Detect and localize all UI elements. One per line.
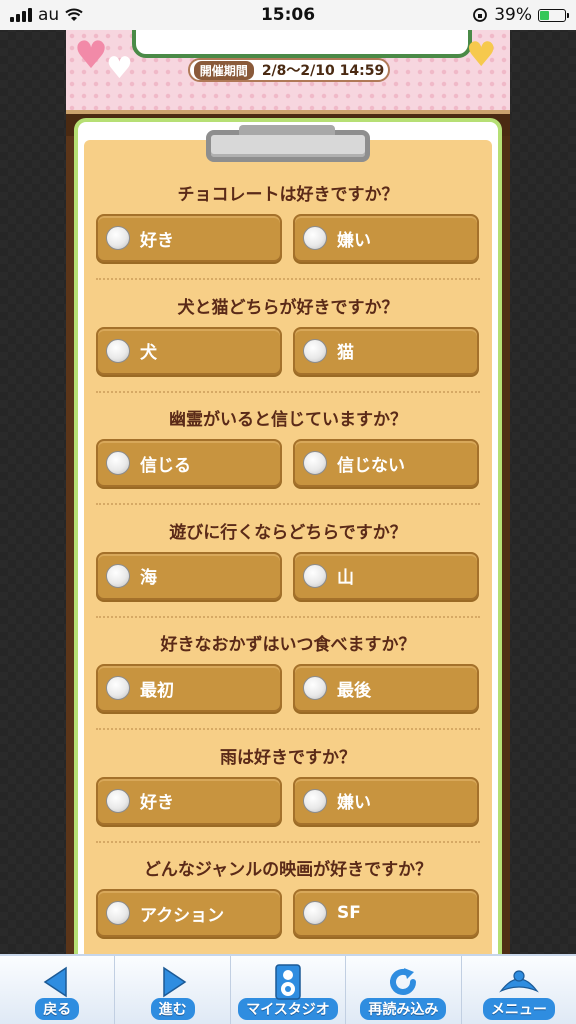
radio-button-icon[interactable]	[303, 788, 327, 813]
nav-back-button[interactable]: 戻る	[0, 956, 116, 1024]
question-text: 雨は好きですか？	[220, 747, 356, 768]
answer-option[interactable]: 海	[96, 551, 282, 600]
back-arrow-icon	[35, 962, 79, 1002]
answer-option[interactable]: 山	[293, 551, 479, 600]
question-text: チョコレートは好きですか？	[177, 185, 399, 205]
event-banner: ♥ ♥ ♥ 開催期間 2/8～2/10 14:59	[66, 30, 510, 110]
nav-menu-button[interactable]: メニュー	[462, 956, 576, 1024]
answer-option[interactable]: 最後	[293, 664, 479, 712]
wifi-icon	[65, 8, 83, 21]
question-divider	[96, 503, 480, 505]
period-value: 2/8～2/10 14:59	[261, 63, 385, 79]
battery-level	[540, 10, 550, 20]
nav-reload-button[interactable]: 再読み込み	[346, 956, 462, 1024]
answer-option-label: 海	[140, 568, 157, 588]
radio-button-icon[interactable]	[303, 676, 327, 700]
banner-title-frame	[132, 30, 472, 58]
radio-button-icon[interactable]	[303, 901, 327, 925]
answer-option[interactable]: 信じる	[96, 439, 282, 487]
question-text: 幽霊がいると信じていますか？	[169, 410, 407, 430]
question-text: どんなジャンルの映画が好きですか？	[143, 860, 433, 880]
answer-option-label: 嫌い	[337, 793, 371, 813]
answer-option[interactable]: 最初	[96, 664, 282, 712]
nav-forward-button[interactable]: 進む	[115, 956, 231, 1024]
rotation-lock-icon	[473, 8, 488, 22]
battery-percent: 39%	[494, 5, 532, 25]
status-right: 39%	[472, 5, 569, 25]
nav-mystudio-button[interactable]: マイスタジオ	[231, 956, 347, 1024]
answer-option[interactable]: SF	[293, 889, 479, 937]
forward-arrow-icon	[151, 962, 195, 1002]
event-period: 開催期間 2/8～2/10 14:59	[188, 58, 390, 82]
question-divider	[96, 728, 480, 730]
heart-icon: ♥	[466, 35, 497, 75]
bottom-nav: 戻る 進む マイスタジオ 再読み込み メニュー	[0, 954, 576, 1024]
answer-option-label: 嫌い	[337, 230, 371, 251]
heart-icon: ♥	[74, 33, 109, 77]
answer-option-label: アクション	[140, 905, 225, 926]
answer-option-label: 好き	[140, 793, 174, 813]
radio-button-icon[interactable]	[303, 338, 327, 363]
status-bar: au 15:06 39%	[0, 0, 576, 30]
answer-option[interactable]: 好き	[96, 776, 282, 825]
question-text: 好きなおかずはいつ食べますか？	[160, 635, 416, 655]
question-divider	[96, 390, 480, 393]
answer-option-label: 山	[337, 568, 354, 588]
answer-option-label: 犬	[140, 343, 157, 363]
answer-option-label: 猫	[337, 343, 354, 363]
radio-button-icon[interactable]	[106, 901, 130, 925]
answer-option[interactable]: 嫌い	[293, 214, 479, 262]
answer-option-label: 信じない	[337, 455, 405, 476]
heart-icon: ♥	[106, 51, 133, 86]
question-text: 犬と猫どちらが好きですか？	[177, 297, 399, 318]
answer-option-label: 好き	[140, 230, 174, 251]
carrier-label: au	[38, 5, 60, 25]
speaker-icon	[266, 962, 310, 1002]
radio-button-icon[interactable]	[303, 451, 327, 475]
question-text: 遊びに行くならどちらですか？	[169, 522, 407, 543]
radio-button-icon[interactable]	[106, 676, 130, 700]
period-label: 開催期間	[193, 60, 254, 80]
clipboard-clip-icon	[206, 125, 370, 162]
answer-option-label: 最初	[140, 680, 174, 701]
survey-panel: ♥ ♥ ♥ 開催期間 2/8～2/10 14:59 チョコレートは好きですか？ 好…	[66, 30, 510, 970]
radio-button-icon[interactable]	[303, 226, 327, 250]
signal-icon	[10, 8, 32, 22]
question-divider	[96, 615, 480, 618]
radio-button-icon[interactable]	[106, 563, 130, 588]
question-divider	[96, 840, 480, 843]
radio-button-icon[interactable]	[106, 451, 130, 475]
radio-button-icon[interactable]	[106, 338, 130, 363]
question-divider	[96, 278, 480, 280]
answer-option[interactable]: 猫	[293, 326, 479, 375]
answer-option[interactable]: 嫌い	[293, 776, 479, 825]
answer-option[interactable]: 犬	[96, 326, 282, 375]
reload-icon	[381, 962, 425, 1002]
radio-button-icon[interactable]	[106, 226, 130, 250]
radio-button-icon[interactable]	[106, 788, 130, 813]
answer-option-label: 最後	[337, 680, 371, 701]
answer-option[interactable]: アクション	[96, 889, 282, 937]
status-left: au	[10, 5, 83, 25]
answer-option-label: 信じる	[140, 455, 191, 476]
menu-icon	[497, 962, 541, 1002]
battery-icon	[538, 8, 569, 22]
answer-option[interactable]: 信じない	[293, 439, 479, 487]
answer-option[interactable]: 好き	[96, 214, 282, 262]
answer-option-label: SF	[337, 903, 361, 923]
radio-button-icon[interactable]	[303, 563, 327, 588]
